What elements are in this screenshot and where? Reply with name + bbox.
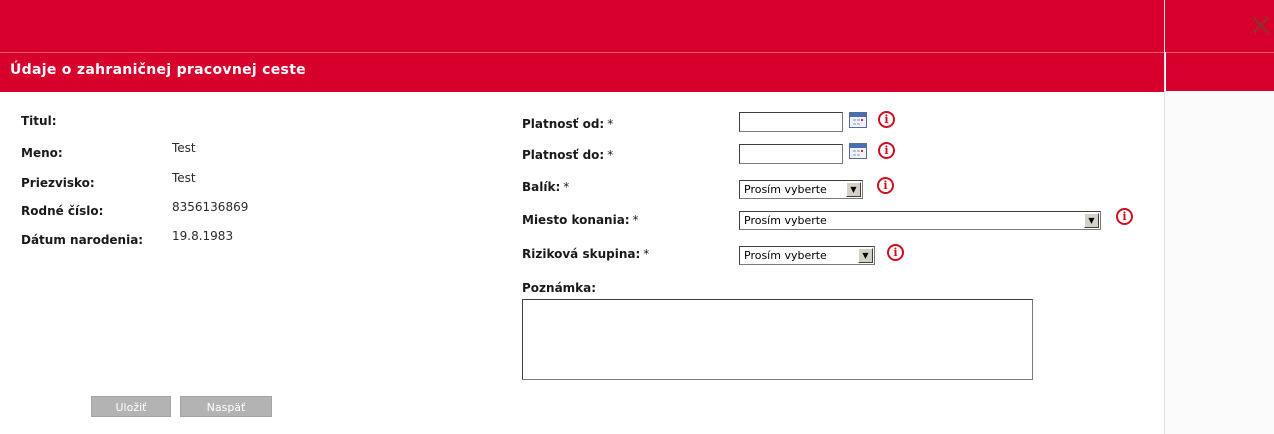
rodne-cislo-value: 8356136869 (172, 200, 249, 214)
close-icon[interactable]: ✕ (1248, 12, 1274, 42)
priezvisko-label: Priezvisko: (21, 176, 95, 190)
info-icon[interactable]: i (878, 111, 895, 128)
poznamka-textarea[interactable] (522, 299, 1033, 380)
titul-label: Titul: (21, 114, 57, 128)
miesto-konania-label: Miesto konania: * (522, 213, 639, 227)
platnost-od-label: Platnosť od: * (522, 117, 614, 131)
balik-select[interactable]: Prosím vyberte ▼ (739, 180, 863, 199)
platnost-do-label: Platnosť do: * (522, 148, 614, 162)
rizikova-skupina-select[interactable]: Prosím vyberte ▼ (739, 246, 875, 265)
rodne-cislo-label: Rodné číslo: (21, 204, 104, 218)
info-icon[interactable]: i (887, 244, 904, 261)
dialog-title: Údaje o zahraničnej pracovnej ceste (10, 62, 306, 78)
miesto-select-value: Prosím vyberte (744, 214, 827, 227)
poznamka-label: Poznámka: (522, 281, 597, 295)
calendar-icon[interactable] (849, 143, 867, 159)
info-icon[interactable]: i (877, 177, 894, 194)
calendar-icon[interactable] (849, 112, 867, 128)
miesto-konania-select[interactable]: Prosím vyberte ▼ (739, 211, 1101, 230)
datum-narodenia-value: 19.8.1983 (172, 229, 234, 243)
priezvisko-value: Test (172, 171, 196, 185)
info-icon[interactable]: i (878, 142, 895, 159)
meno-label: Meno: (21, 146, 63, 160)
info-icon[interactable]: i (1116, 208, 1133, 225)
save-button[interactable]: Uložiť (91, 396, 171, 417)
dropdown-arrow-icon[interactable]: ▼ (1084, 213, 1099, 228)
balik-label: Balík: * (522, 180, 570, 194)
dropdown-arrow-icon[interactable]: ▼ (858, 248, 873, 263)
balik-select-value: Prosím vyberte (744, 183, 827, 196)
right-pane (1165, 91, 1274, 434)
rizikova-select-value: Prosím vyberte (744, 249, 827, 262)
platnost-od-input[interactable] (739, 112, 843, 132)
meno-value: Test (172, 141, 196, 155)
title-bar-right-cell (1166, 52, 1274, 92)
dialog-top-bar (0, 0, 1274, 52)
back-button[interactable]: Naspäť (180, 396, 272, 417)
rizikova-skupina-label: Riziková skupina: * (522, 247, 650, 261)
dropdown-arrow-icon[interactable]: ▼ (846, 182, 861, 197)
platnost-do-input[interactable] (739, 144, 843, 164)
datum-narodenia-label: Dátum narodenia: (21, 233, 144, 247)
